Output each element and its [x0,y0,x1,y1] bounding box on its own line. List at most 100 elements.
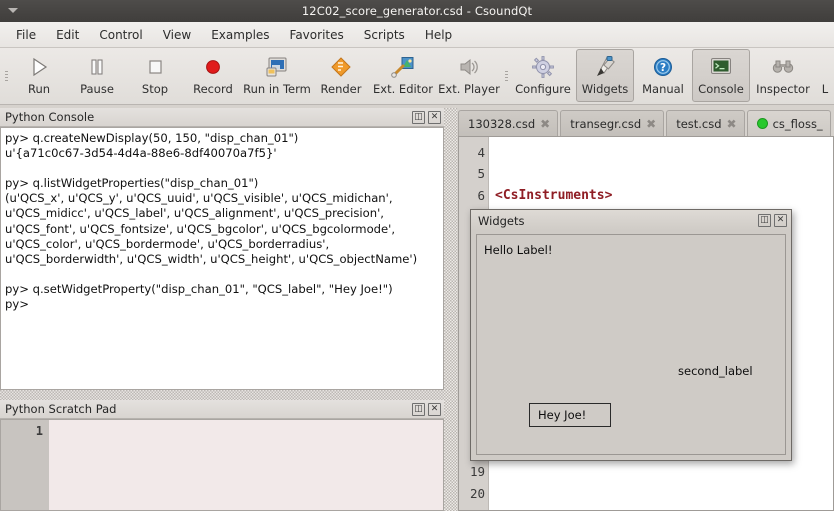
python-scratch-pad-close-button[interactable]: ✕ [428,402,441,416]
close-icon[interactable]: ✖ [540,117,550,131]
editor-tab-label: 130328.csd [468,116,536,131]
toolbar-inspector-label: Inspector [756,82,810,96]
toolbar-grip-2[interactable] [502,50,510,102]
line-number: 5 [477,166,485,182]
editor-tab-test[interactable]: test.csd ✖ [666,110,745,136]
python-console-title: Python Console [5,110,95,124]
python-scratch-pad-editor[interactable]: 1 [0,419,444,511]
toolbar-widgets-button[interactable]: Widgets [576,49,634,102]
line-number: 6 [477,187,485,203]
python-scratch-pad-float-button[interactable]: ◫ [412,402,425,416]
python-console-close-button[interactable]: ✕ [428,110,441,124]
menu-examples[interactable]: Examples [201,25,279,45]
hey-joe-button[interactable]: Hey Joe! [529,403,611,427]
line-number: 21 [459,504,485,510]
toolbar-ext-player-button[interactable]: Ext. Player [436,49,502,102]
editor-tab-label: test.csd [676,116,722,131]
toolbar-widgets-label: Widgets [581,82,629,96]
menu-favorites[interactable]: Favorites [280,25,354,45]
main-toolbar: Run Pause Stop Record Run in Term Render… [0,48,834,105]
modified-indicator-icon [756,118,768,129]
python-console-titlebar: Python Console ◫ ✕ [0,108,444,127]
line-number: 20 [469,485,485,501]
toolbar-pause-button[interactable]: Pause [68,49,126,102]
python-console-output[interactable]: py> q.createNewDisplay(50, 150, "disp_ch… [0,127,444,390]
toolbar-render-button[interactable]: Render [312,49,370,102]
editor-tab-label: transegr.csd [570,116,642,131]
toolbar-stop-button[interactable]: Stop [126,49,184,102]
toolbar-inspector-button[interactable]: Inspector [750,49,816,102]
line-number: 19 [469,464,485,480]
menu-view[interactable]: View [153,25,201,45]
toolbar-ext-editor-button[interactable]: Ext. Editor [370,49,436,102]
toolbar-console-button[interactable]: Console [692,49,750,102]
python-console-float-button[interactable]: ◫ [412,110,425,124]
binoculars-icon [771,53,795,81]
widgets-canvas[interactable]: Hello Label! second_label Hey Joe! [476,234,786,455]
toolbar-record-button[interactable]: Record [184,49,242,102]
code-line: <CsInstruments> [495,187,613,203]
left-dock-horizontal-splitter[interactable] [0,390,444,400]
editor-tab-transegr[interactable]: transegr.csd ✖ [560,110,665,136]
python-scratch-pad-titlebar: Python Scratch Pad ◫ ✕ [0,400,444,419]
stop-icon [144,53,166,81]
window-title: 12C02_score_generator.csd - CsoundQt [301,4,533,18]
menu-control[interactable]: Control [89,25,152,45]
line-number: 4 [477,145,485,160]
second-label[interactable]: second_label [678,364,753,378]
record-icon [202,53,224,81]
svg-text:?: ? [660,62,666,74]
toolbar-run-label: Run [27,82,51,96]
menu-scripts[interactable]: Scripts [354,25,415,45]
csoundqt-window: 12C02_score_generator.csd - CsoundQt Fil… [0,0,834,511]
toolbar-configure-button[interactable]: Configure [510,49,576,102]
widgets-window[interactable]: Widgets ◫ ✕ Hello Label! second_label He… [470,209,792,461]
menubar: File Edit Control View Examples Favorite… [0,22,834,48]
toolbar-run-in-term-label: Run in Term [243,82,311,96]
widgets-window-titlebar[interactable]: Widgets ◫ ✕ [471,210,791,231]
close-icon[interactable]: ✖ [727,117,737,131]
main-vertical-splitter[interactable] [444,108,458,511]
toolbar-overflow-button[interactable]: L [816,49,834,102]
python-scratch-pad-panel: Python Scratch Pad ◫ ✕ 1 [0,400,444,511]
menu-file[interactable]: File [6,25,46,45]
toolbar-ext-player-label: Ext. Player [438,82,500,96]
python-console-panel: Python Console ◫ ✕ py> q.createNewDispla… [0,108,444,390]
scratch-line-number: 1 [1,420,49,510]
gear-icon [532,53,554,81]
paintbrush-icon [594,53,616,81]
menu-edit[interactable]: Edit [46,25,89,45]
toolbar-manual-button[interactable]: ? Manual [634,49,692,102]
close-icon[interactable]: ✖ [646,117,656,131]
toolbar-pause-label: Pause [80,82,114,96]
toolbar-run-in-term-button[interactable]: Run in Term [242,49,312,102]
python-scratch-pad-title: Python Scratch Pad [5,402,117,416]
editor-tab-cs-floss[interactable]: cs_floss_ [746,110,831,136]
diamond-render-icon [330,53,352,81]
speaker-icon [457,53,481,81]
toolbar-stop-label: Stop [141,82,169,96]
pause-icon [86,53,108,81]
toolbar-manual-label: Manual [642,82,684,96]
play-icon [28,53,50,81]
toolbar-configure-label: Configure [515,82,571,96]
widgets-window-close-button[interactable]: ✕ [774,214,787,227]
question-circle-icon: ? [652,53,674,81]
toolbar-ext-editor-label: Ext. Editor [373,82,433,96]
widgets-window-title: Widgets [478,213,525,228]
toolbar-console-label: Console [698,82,744,96]
toolbar-overflow-label: L [821,82,829,96]
toolbar-grip-1[interactable] [2,50,10,102]
editor-tab-label: cs_floss_ [772,116,823,131]
toolbar-render-label: Render [320,82,362,96]
console-screen-icon [709,53,733,81]
window-titlebar: 12C02_score_generator.csd - CsoundQt [0,0,834,22]
editor-tab-130328[interactable]: 130328.csd ✖ [458,110,559,136]
editor-tabbar: 130328.csd ✖ transegr.csd ✖ test.csd ✖ c… [458,105,834,136]
toolbar-run-button[interactable]: Run [10,49,68,102]
menu-help[interactable]: Help [415,25,462,45]
hello-label[interactable]: Hello Label! [484,243,552,257]
widgets-window-float-button[interactable]: ◫ [758,214,771,227]
scratch-text-area[interactable] [49,420,443,510]
magic-wand-icon [391,53,415,81]
